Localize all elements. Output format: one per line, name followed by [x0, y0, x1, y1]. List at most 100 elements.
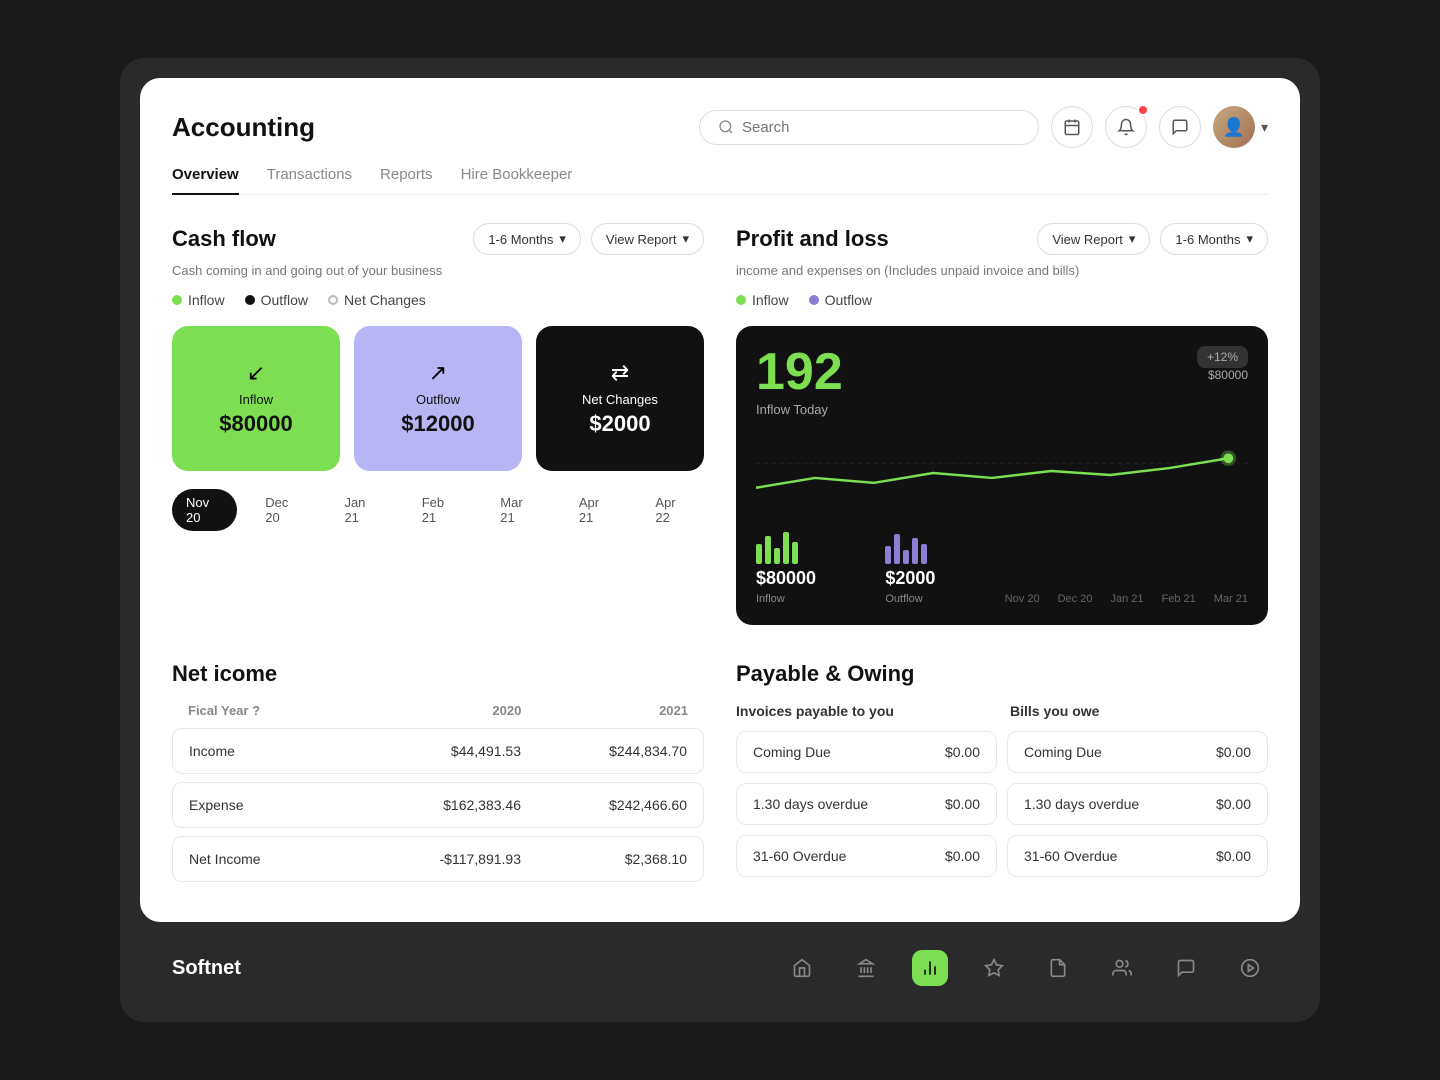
payable-col1-title: Invoices payable to you	[736, 703, 994, 719]
col-header-2: 2020	[355, 703, 522, 718]
chevron-icon: ▾	[1129, 231, 1136, 247]
payable-row-label: 1.30 days overdue	[1024, 796, 1139, 812]
payable-row-amount: $0.00	[1216, 848, 1251, 864]
pnl-inflow-today-label: Inflow Today	[756, 402, 843, 417]
pnl-top-right: +12% $80000	[1197, 346, 1248, 382]
expense-2021: $242,466.60	[521, 797, 687, 813]
net-income-section: Net icome Fical Year ? 2020 2021 Income …	[172, 661, 704, 890]
pnl-outflow-stat: $2000 Outflow	[885, 532, 935, 605]
pnl-view-report-btn[interactable]: View Report ▾	[1037, 223, 1150, 255]
bar-p4	[912, 538, 918, 564]
chat-icon-btn[interactable]	[1159, 106, 1201, 148]
cashflow-section: Cash flow 1-6 Months ▾ View Report ▾ Cas…	[172, 223, 704, 625]
tab-overview[interactable]: Overview	[172, 156, 239, 195]
payable-row-label: 1.30 days overdue	[753, 796, 868, 812]
outflow-label: Outflow	[416, 392, 460, 407]
pnl-time-jan21: Jan 21	[1110, 593, 1143, 605]
legend-net-changes: Net Changes	[328, 292, 426, 308]
pnl-legend: Inflow Outflow	[736, 292, 1268, 308]
pnl-chart-svg-container	[756, 433, 1248, 518]
bar-p1	[885, 546, 891, 564]
outflow-dot	[245, 295, 255, 305]
timeline-mar21[interactable]: Mar 21	[486, 489, 551, 531]
payable-row-label: 31-60 Overdue	[753, 848, 846, 864]
timeline-jan21[interactable]: Jan 21	[330, 489, 393, 531]
pnl-chart: 192 Inflow Today +12% $80000	[736, 326, 1268, 625]
netincome-2021: $2,368.10	[521, 851, 687, 867]
tab-hire-bookkeeper[interactable]: Hire Bookkeeper	[461, 156, 573, 195]
nav-ai-icon[interactable]	[976, 950, 1012, 986]
nav-play-icon[interactable]	[1232, 950, 1268, 986]
notification-icon-btn[interactable]	[1105, 106, 1147, 148]
tab-transactions[interactable]: Transactions	[267, 156, 352, 195]
chevron-icon: ▾	[1246, 231, 1253, 247]
netchanges-label: Net Changes	[582, 392, 658, 407]
expense-label: Expense	[189, 797, 355, 813]
pnl-inflow-dot	[736, 295, 746, 305]
bottom-nav: Softnet	[140, 934, 1300, 1002]
income-2021: $244,834.70	[521, 743, 687, 759]
nav-icons	[784, 950, 1268, 986]
timeline-dec20[interactable]: Dec 20	[251, 489, 316, 531]
netchanges-value: $2000	[589, 411, 650, 437]
nav-chart-icon[interactable]	[912, 950, 948, 986]
search-icon	[718, 119, 734, 135]
pnl-top-area: 192 Inflow Today +12% $80000	[756, 346, 1248, 417]
user-avatar-area[interactable]: 👤 ▾	[1213, 106, 1268, 148]
timeline-apr21[interactable]: Apr 21	[565, 489, 628, 531]
nav-doc-icon[interactable]	[1040, 950, 1076, 986]
payable-row-label: Coming Due	[1024, 744, 1102, 760]
outflow-arrow-icon: ↗	[429, 360, 447, 386]
pnl-chart-timeline: Nov 20 Dec 20 Jan 21 Feb 21 Mar 21	[1005, 593, 1248, 605]
income-label: Income	[189, 743, 355, 759]
cashflow-view-report-btn[interactable]: View Report ▾	[591, 223, 704, 255]
col-header-3: 2021	[521, 703, 688, 718]
search-bar[interactable]	[699, 110, 1039, 145]
avatar: 👤	[1213, 106, 1255, 148]
timeline-feb21[interactable]: Feb 21	[408, 489, 473, 531]
expense-2020: $162,383.46	[355, 797, 521, 813]
pnl-time-dec20: Dec 20	[1058, 593, 1093, 605]
pnl-title: Profit and loss	[736, 226, 889, 252]
timeline-apr22[interactable]: Apr 22	[641, 489, 704, 531]
pnl-time-mar21: Mar 21	[1214, 593, 1248, 605]
pnl-inflow-stat: $80000 Inflow	[756, 532, 816, 605]
pnl-outflow-bars	[885, 532, 935, 564]
payable-column-headers: Invoices payable to you Bills you owe	[736, 703, 1268, 719]
pnl-badge: +12%	[1197, 346, 1248, 368]
search-input[interactable]	[742, 119, 1020, 136]
bar-p2	[894, 534, 900, 564]
bar-2	[765, 536, 771, 564]
inflow-value: $80000	[219, 411, 292, 437]
nav-bank-icon[interactable]	[848, 950, 884, 986]
net-changes-dot	[328, 295, 338, 305]
nav-people-icon[interactable]	[1104, 950, 1140, 986]
payable-row: Coming Due $0.00	[736, 731, 997, 773]
chevron-icon: ▾	[682, 231, 689, 247]
nav-home-icon[interactable]	[784, 950, 820, 986]
cashflow-period-dropdown[interactable]: 1-6 Months ▾	[473, 223, 581, 255]
bar-4	[783, 532, 789, 564]
payable-row: 31-60 Overdue $0.00	[1007, 835, 1268, 877]
pnl-target: $80000	[1197, 368, 1248, 382]
chevron-icon: ▾	[559, 231, 566, 247]
calendar-icon-btn[interactable]	[1051, 106, 1093, 148]
bar-5	[792, 542, 798, 564]
cashflow-legend: Inflow Outflow Net Changes	[172, 292, 704, 308]
cashflow-timeline: Nov 20 Dec 20 Jan 21 Feb 21 Mar 21 Apr 2…	[172, 489, 704, 531]
pnl-period-dropdown[interactable]: 1-6 Months ▾	[1160, 223, 1268, 255]
nav-message-icon[interactable]	[1168, 950, 1204, 986]
netchanges-card: ⇄ Net Changes $2000	[536, 326, 704, 471]
pnl-header: Profit and loss View Report ▾ 1-6 Months…	[736, 223, 1268, 255]
legend-inflow: Inflow	[172, 292, 225, 308]
tab-reports[interactable]: Reports	[380, 156, 433, 195]
pnl-outflow-name: Outflow	[885, 593, 935, 605]
brand-name: Softnet	[172, 957, 241, 980]
payable-row-amount: $0.00	[1216, 744, 1251, 760]
timeline-nov20[interactable]: Nov 20	[172, 489, 237, 531]
chat-icon	[1171, 118, 1189, 136]
pnl-inflow-bars	[756, 532, 816, 564]
nav-tabs: Overview Transactions Reports Hire Bookk…	[172, 156, 1268, 195]
payable-row-label: Coming Due	[753, 744, 831, 760]
pnl-inflow-info: 192 Inflow Today	[756, 346, 843, 417]
